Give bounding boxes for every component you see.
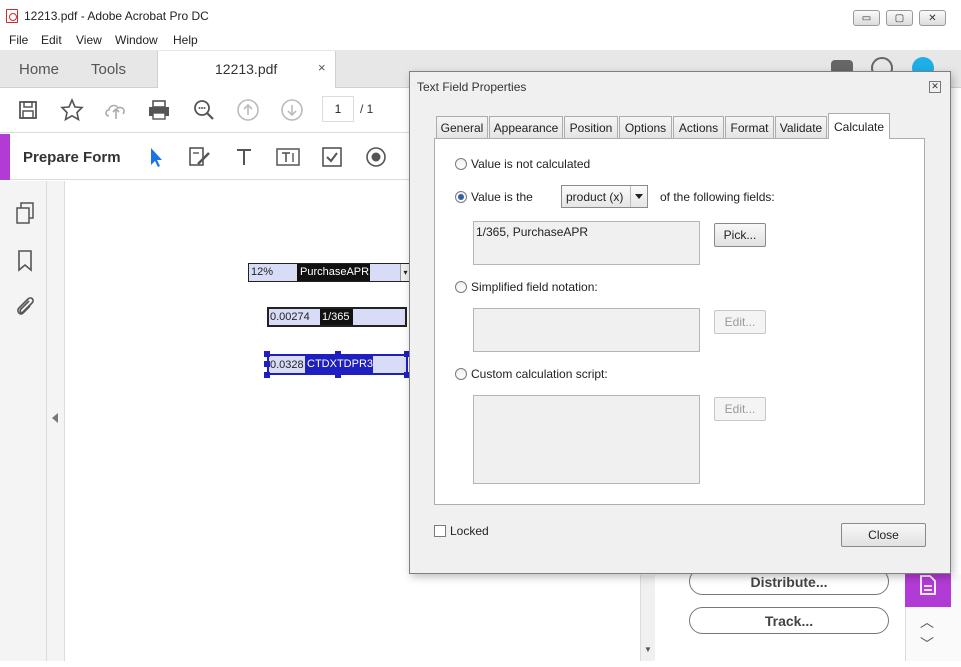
tab-calculate[interactable]: Calculate bbox=[828, 113, 890, 139]
tab-format[interactable]: Format bbox=[725, 116, 774, 138]
radio-not-calculated[interactable] bbox=[455, 158, 467, 170]
menu-window[interactable]: Window bbox=[115, 33, 158, 47]
minimize-button[interactable]: ▭ bbox=[853, 10, 880, 26]
field-name-tag-daily: 1/365 bbox=[320, 309, 353, 325]
menu-edit[interactable]: Edit bbox=[41, 33, 62, 47]
collapse-arrow-icon[interactable] bbox=[52, 413, 58, 423]
previous-page-icon[interactable] bbox=[234, 96, 262, 124]
label-simplified-notation: Simplified field notation: bbox=[471, 280, 598, 294]
bookmark-star-icon[interactable] bbox=[58, 96, 86, 124]
simplified-notation-box[interactable] bbox=[473, 308, 700, 352]
prepare-form-title: Prepare Form bbox=[23, 149, 121, 166]
radio-button-tool-icon[interactable] bbox=[362, 143, 390, 171]
track-button[interactable]: Track... bbox=[689, 607, 889, 634]
chevron-up-icon[interactable]: ︿ bbox=[920, 612, 934, 632]
resize-handle[interactable] bbox=[264, 372, 270, 378]
tab-validate[interactable]: Validate bbox=[775, 116, 827, 138]
cloud-upload-icon[interactable] bbox=[102, 96, 130, 124]
tab-appearance[interactable]: Appearance bbox=[489, 116, 563, 138]
label-not-calculated: Value is not calculated bbox=[471, 157, 591, 171]
custom-script-box[interactable] bbox=[473, 395, 700, 484]
tab-home[interactable]: Home bbox=[19, 61, 59, 78]
label-of-following-fields: of the following fields: bbox=[660, 190, 775, 204]
text-box-tool-icon[interactable] bbox=[274, 143, 302, 171]
scroll-down-arrow-icon[interactable]: ▼ bbox=[644, 645, 652, 654]
bookmarks-icon[interactable] bbox=[12, 248, 38, 274]
field-name-tag-apr: PurchaseAPR bbox=[297, 264, 370, 281]
label-value-is-the: Value is the bbox=[471, 190, 533, 204]
document-tab-label: 12213.pdf bbox=[215, 61, 278, 77]
edit-simplified-button[interactable]: Edit... bbox=[714, 310, 766, 334]
resize-handle[interactable] bbox=[335, 351, 341, 357]
field-value-dpr: 0.0328 bbox=[270, 359, 304, 371]
close-tab-icon[interactable]: × bbox=[318, 60, 326, 75]
attachments-icon[interactable] bbox=[12, 293, 38, 319]
pick-button[interactable]: Pick... bbox=[714, 223, 766, 247]
fields-list-value: 1/365, PurchaseAPR bbox=[476, 225, 589, 239]
page-total: / 1 bbox=[360, 102, 374, 116]
select-arrow-icon[interactable] bbox=[142, 143, 170, 171]
radio-value-is-the[interactable] bbox=[455, 191, 467, 203]
menu-help[interactable]: Help bbox=[173, 33, 198, 47]
page-thumbnails-icon[interactable] bbox=[12, 200, 38, 226]
edit-form-icon[interactable] bbox=[186, 143, 214, 171]
zoom-search-icon[interactable] bbox=[190, 96, 218, 124]
locked-checkbox[interactable] bbox=[434, 525, 446, 537]
field-name-tag-dpr: CTDXTDPR3 bbox=[305, 356, 373, 373]
restore-button[interactable]: ▢ bbox=[886, 10, 913, 26]
print-icon[interactable] bbox=[145, 96, 173, 124]
acrobat-app-icon bbox=[6, 9, 18, 23]
menu-file[interactable]: File bbox=[9, 33, 28, 47]
page-number-input[interactable]: 1 bbox=[322, 96, 354, 122]
menu-view[interactable]: View bbox=[76, 33, 102, 47]
radio-custom-script[interactable] bbox=[455, 368, 467, 380]
locked-label: Locked bbox=[450, 524, 489, 538]
select-dropdown-icon[interactable] bbox=[630, 186, 647, 207]
dialog-close-icon[interactable]: ✕ bbox=[929, 81, 941, 93]
text-field-tool-icon[interactable] bbox=[230, 143, 258, 171]
radio-simplified-notation[interactable] bbox=[455, 281, 467, 293]
close-window-button[interactable]: ✕ bbox=[919, 10, 946, 26]
field-value-apr: 12% bbox=[251, 266, 274, 278]
resize-handle[interactable] bbox=[264, 351, 270, 357]
edit-custom-button[interactable]: Edit... bbox=[714, 397, 766, 421]
operation-select-value: product (x) bbox=[566, 190, 624, 204]
save-icon[interactable] bbox=[14, 96, 42, 124]
resize-handle[interactable] bbox=[264, 361, 270, 367]
prepare-form-accent bbox=[0, 134, 10, 180]
tab-position[interactable]: Position bbox=[564, 116, 618, 138]
close-button[interactable]: Close bbox=[841, 523, 926, 547]
label-custom-script: Custom calculation script: bbox=[471, 367, 608, 381]
resize-handle[interactable] bbox=[335, 372, 341, 378]
tab-options[interactable]: Options bbox=[619, 116, 672, 138]
chevron-down-icon[interactable]: ﹀ bbox=[920, 634, 934, 654]
tab-actions[interactable]: Actions bbox=[673, 116, 724, 138]
tab-general[interactable]: General bbox=[436, 116, 488, 138]
dialog-title: Text Field Properties bbox=[417, 80, 527, 94]
next-page-icon[interactable] bbox=[278, 96, 306, 124]
tab-tools[interactable]: Tools bbox=[91, 61, 126, 78]
window-title: 12213.pdf - Adobe Acrobat Pro DC bbox=[24, 9, 209, 23]
checkbox-tool-icon[interactable] bbox=[318, 143, 346, 171]
field-value-daily: 0.00274 bbox=[270, 311, 310, 323]
